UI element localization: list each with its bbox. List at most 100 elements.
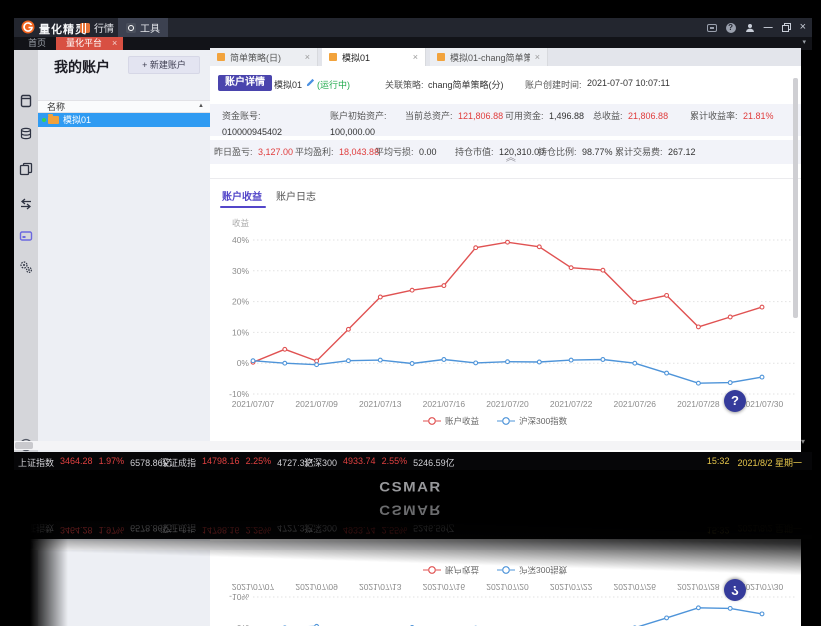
svg-text:2021/07/22: 2021/07/22: [550, 399, 593, 409]
svg-text:2021/07/16: 2021/07/16: [423, 582, 466, 592]
svg-text:2021/07/20: 2021/07/20: [486, 582, 529, 592]
asset-summary-band: 资金账号: 010000945402 账户初始资产: 100,000.00 当前…: [210, 104, 801, 136]
account-details-row: 账户详情 模拟01 (运行中) 关联策略: chang简单策略(分) 账户创建时…: [210, 74, 801, 94]
market-status-bar: 上证指数 3464.28 1.97% 6578.86亿 深证成指 14798.1…: [14, 452, 812, 470]
doc-tab-label: 简单策略(日): [230, 51, 300, 64]
menu-tab-quotes[interactable]: 行情: [72, 18, 122, 37]
tab-account-returns[interactable]: 账户收益: [222, 188, 262, 203]
field-position-value: 持仓市值: 120,310.00: [455, 145, 544, 158]
svg-text:2021/07/20: 2021/07/20: [486, 399, 529, 409]
database-icon[interactable]: [19, 127, 33, 141]
menu-tab-tools[interactable]: 工具: [118, 18, 168, 37]
svg-text:沪深300指数: 沪深300指数: [519, 416, 568, 426]
index-csi300: 沪深300 4933.74 2.55% 5246.59亿: [304, 456, 455, 469]
field-position-ratio: 持仓比例: 98.77%: [538, 145, 613, 158]
svg-text:10%: 10%: [232, 327, 249, 337]
svg-text:2021/07/22: 2021/07/22: [550, 582, 593, 592]
svg-text:0%: 0%: [237, 358, 250, 368]
field-avg-loss: 平均亏损: 0.00: [375, 145, 437, 158]
active-tab-underline: [220, 206, 266, 208]
field-initial-assets: 账户初始资产: 100,000.00: [330, 109, 387, 137]
vertical-scrollbar-thumb[interactable]: [793, 78, 798, 318]
close-icon[interactable]: ×: [305, 52, 310, 62]
field-total-profit: 总收益: 21,806.88: [593, 109, 668, 122]
icon-rail: [14, 50, 38, 452]
sort-asc-icon[interactable]: ▲: [198, 100, 204, 113]
created-time-label: 账户创建时间:: [525, 78, 582, 91]
doc-tab-sim01[interactable]: 模拟01 ×: [322, 48, 426, 66]
minimize-button[interactable]: —: [764, 23, 773, 32]
screen: 量化精灵 行情 工具 ? — ×: [0, 0, 821, 626]
svg-text:20%: 20%: [232, 297, 249, 307]
svg-text:2021/07/13: 2021/07/13: [359, 582, 402, 592]
journal-icon[interactable]: [19, 94, 33, 108]
doc-tab-strategy-daily[interactable]: 简单策略(日) ×: [210, 48, 318, 66]
tab-quant-platform-label: 量化平台: [66, 37, 102, 50]
reflection: 量化精灵 行情 工具 ? — ×: [0, 521, 821, 626]
field-total-fees: 累计交易费: 267.12: [615, 145, 696, 158]
svg-text:2021/07/09: 2021/07/09: [295, 582, 338, 592]
index-shenzhen: 深证成指 14798.16 2.25% 4727.3亿: [160, 456, 314, 469]
close-window-button[interactable]: ×: [800, 22, 806, 33]
settings-gears-icon[interactable]: [19, 260, 33, 274]
copy-icon[interactable]: [19, 162, 33, 176]
svg-text:2021/07/30: 2021/07/30: [741, 582, 784, 592]
app-window: 量化精灵 行情 工具 ? — ×: [14, 18, 812, 470]
edit-icon[interactable]: [306, 78, 315, 87]
app-reflection: 量化精灵 行情 工具 ? — ×: [14, 521, 812, 626]
tab-overflow-icon[interactable]: ▾: [802, 38, 806, 46]
csmar-watermark: CSMAR: [379, 480, 442, 496]
doc-icon: [217, 53, 225, 61]
tab-home[interactable]: 首页: [20, 37, 54, 50]
new-account-button[interactable]: + 新建账户: [128, 56, 200, 74]
time: 15:32: [707, 456, 730, 469]
help-button[interactable]: ?: [724, 390, 746, 412]
close-icon[interactable]: ×: [112, 37, 117, 50]
window-help-icon[interactable]: ?: [726, 23, 736, 33]
divider: [210, 178, 801, 179]
profit-chart-svg: 收益40%30%20%10%0%-10%2021/07/072021/07/09…: [210, 214, 801, 432]
field-cumulative-return: 累计收益率: 21.81%: [690, 109, 774, 122]
linked-strategy-value: chang简单策略(分): [428, 78, 504, 91]
tools-icon: [126, 23, 136, 33]
svg-text:2021/07/26: 2021/07/26: [613, 582, 656, 592]
horizontal-scrollbar-track: [14, 441, 801, 450]
tab-quant-platform[interactable]: 量化平台 ×: [56, 37, 123, 50]
restore-button[interactable]: [782, 23, 791, 32]
svg-text:-10%: -10%: [229, 389, 249, 399]
account-folder-icon: [48, 116, 59, 124]
title-bar: 量化精灵 行情 工具 ? — ×: [14, 18, 812, 37]
close-icon[interactable]: ×: [535, 52, 540, 62]
field-available-funds: 可用资金: 1,496.88: [505, 109, 584, 122]
user-icon[interactable]: [745, 23, 755, 33]
csmar-watermark-reflection: CSMAR: [379, 502, 442, 518]
trade-card-icon[interactable]: [19, 229, 33, 243]
svg-text:2021/07/09: 2021/07/09: [295, 399, 338, 409]
svg-text:2021/07/28: 2021/07/28: [677, 582, 720, 592]
field-fund-account: 资金账号: 010000945402: [222, 109, 282, 137]
svg-text:账户收益: 账户收益: [445, 416, 480, 426]
svg-text:2021/07/16: 2021/07/16: [423, 399, 466, 409]
doc-tab-sim01-strategy-min[interactable]: 模拟01-chang简单策略(分) ×: [430, 48, 548, 66]
returns-chart: 收益40%30%20%10%0%-10%2021/07/072021/07/09…: [210, 214, 801, 432]
menu-quotes-label: 行情: [94, 20, 114, 35]
doc-icon: [437, 53, 445, 61]
transfer-icon[interactable]: [19, 197, 33, 211]
app-logo-icon: [21, 20, 35, 34]
svg-text:2021/07/26: 2021/07/26: [613, 399, 656, 409]
collapse-details-icon[interactable]: 《: [502, 150, 516, 164]
running-dot-icon: [42, 118, 46, 122]
tab-account-log[interactable]: 账户日志: [276, 188, 316, 203]
detail-account-name: 模拟01: [274, 78, 302, 91]
skin-icon[interactable]: [707, 24, 717, 32]
svg-text:收益: 收益: [232, 218, 250, 228]
account-list-item[interactable]: 模拟01: [38, 113, 210, 127]
menu-tools-label: 工具: [140, 20, 160, 35]
svg-text:沪深300指数: 沪深300指数: [519, 565, 568, 575]
field-total-assets: 当前总资产: 121,806.88: [405, 109, 503, 122]
name-column-header[interactable]: 名称: [38, 100, 210, 113]
horizontal-scrollbar-thumb[interactable]: [15, 442, 33, 449]
close-icon[interactable]: ×: [413, 52, 418, 62]
window-controls: ? — ×: [707, 18, 806, 37]
doc-icon: [329, 53, 337, 61]
